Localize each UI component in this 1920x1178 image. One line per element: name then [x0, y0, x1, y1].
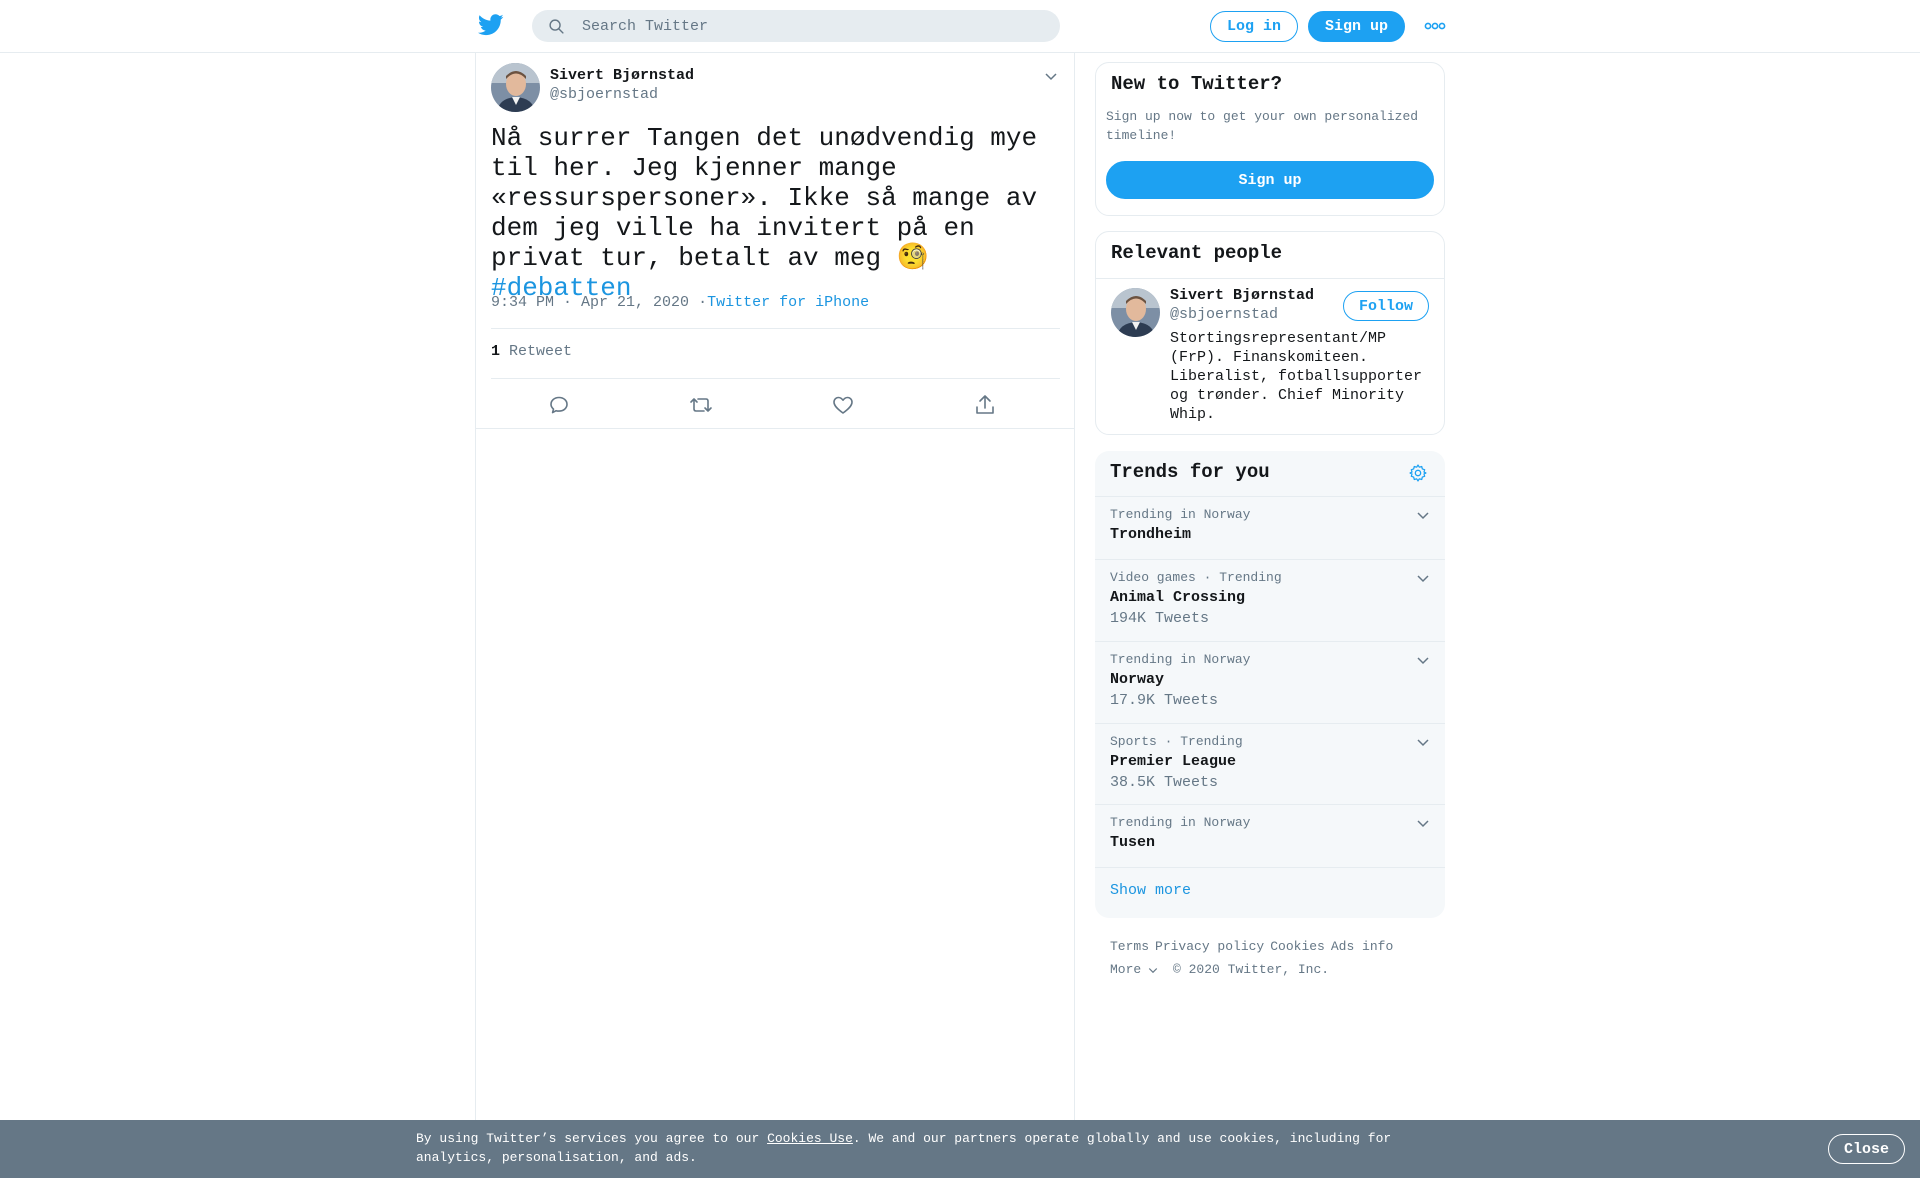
trend-name: Tusen — [1110, 834, 1156, 851]
trend-count: 38.5K Tweets — [1110, 774, 1219, 791]
chevron-down-icon[interactable] — [1415, 734, 1431, 750]
chevron-down-icon[interactable] — [1415, 815, 1431, 831]
person-handle[interactable]: @sbjoernstad — [1170, 306, 1278, 323]
card-title: Trends for you — [1110, 461, 1270, 483]
author-name[interactable]: Sivert Bjørnstad — [550, 67, 694, 84]
gear-icon[interactable] — [1408, 463, 1428, 483]
top-bar: Log in Sign up — [0, 0, 1920, 53]
cookie-text-before: By using Twitter’s services you agree to… — [416, 1131, 768, 1146]
chevron-down-icon[interactable] — [1415, 507, 1431, 523]
tweet-source-link[interactable]: Twitter for iPhone — [707, 294, 869, 311]
trend-count: 17.9K Tweets — [1110, 692, 1219, 709]
trend-context: Video games · Trending — [1110, 570, 1282, 585]
show-more-link[interactable]: Show more — [1110, 882, 1191, 899]
footer-more-link[interactable]: More — [1110, 962, 1159, 977]
footer-link-terms[interactable]: Terms — [1110, 939, 1149, 954]
search-box[interactable] — [532, 10, 1060, 42]
avatar[interactable] — [491, 63, 540, 112]
trend-name: Norway — [1110, 671, 1165, 688]
twitter-bird-icon[interactable] — [478, 14, 504, 38]
card-title: Relevant people — [1111, 242, 1283, 264]
follow-button[interactable]: Follow — [1343, 291, 1429, 321]
cookies-use-link[interactable]: Cookies Use — [767, 1131, 853, 1146]
cookie-text: By using Twitter’s services you agree to… — [416, 1129, 1426, 1167]
person-name[interactable]: Sivert Bjørnstad — [1170, 287, 1314, 304]
trend-count: 194K Tweets — [1110, 610, 1210, 627]
divider — [491, 378, 1060, 379]
divider — [476, 428, 1074, 429]
footer-link-ads[interactable]: Ads info — [1331, 939, 1393, 954]
copyright: © 2020 Twitter, Inc. — [1173, 962, 1330, 977]
close-button[interactable]: Close — [1828, 1134, 1905, 1164]
trend-item[interactable]: Trending in Norway Tusen — [1095, 804, 1445, 867]
footer-link-cookies[interactable]: Cookies — [1270, 939, 1325, 954]
signup-card-button[interactable]: Sign up — [1106, 161, 1434, 199]
search-icon — [548, 18, 565, 35]
retweet-stats[interactable]: 1 Retweet — [491, 343, 572, 360]
new-to-twitter-card: New to Twitter? Sign up now to get your … — [1095, 62, 1445, 216]
like-icon[interactable] — [831, 393, 855, 417]
chevron-down-icon — [1149, 967, 1158, 973]
trend-item[interactable]: Sports · Trending Premier League 38.5K T… — [1095, 723, 1445, 804]
chevron-down-icon[interactable] — [1043, 68, 1059, 84]
cookie-banner: By using Twitter’s services you agree to… — [0, 1120, 1920, 1178]
retweet-stats-label: Retweet — [509, 343, 573, 360]
footer-link-privacy[interactable]: Privacy policy — [1155, 939, 1264, 954]
card-description: Sign up now to get your own personalized… — [1106, 109, 1419, 143]
retweet-count: 1 — [491, 343, 501, 360]
retweet-icon[interactable] — [689, 393, 713, 417]
meta-separator: · — [698, 294, 708, 311]
divider — [491, 328, 1060, 329]
trend-item[interactable]: Trending in Norway Trondheim — [1095, 496, 1445, 559]
login-button[interactable]: Log in — [1210, 11, 1298, 42]
emoji: 🧐 — [896, 243, 930, 273]
chevron-down-icon[interactable] — [1415, 652, 1431, 668]
card-title: New to Twitter? — [1111, 73, 1283, 95]
tweet-meta: 9:34 PM · Apr 21, 2020 ·Twitter for iPho… — [491, 294, 869, 311]
trend-context: Sports · Trending — [1110, 734, 1243, 749]
footer-more-label: More — [1110, 962, 1142, 977]
signup-button[interactable]: Sign up — [1308, 11, 1405, 42]
trend-name: Trondheim — [1110, 526, 1192, 543]
trend-context: Trending in Norway — [1110, 815, 1251, 830]
tweet-text: Nå surrer Tangen det unødvendig mye til … — [491, 123, 1061, 303]
sidebar-footer: Terms Privacy policy Cookies Ads info More … — [1110, 935, 1440, 981]
relevant-people-card: Relevant people Sivert Bjørnstad @sbjoer… — [1095, 231, 1445, 435]
divider — [1095, 867, 1445, 868]
trends-card: Trends for you Trending in Norway Trondh… — [1095, 451, 1445, 918]
person-bio: Stortingsrepresentant/MP (FrP). Finansko… — [1170, 330, 1423, 423]
main-column: Sivert Bjørnstad @sbjoernstad Nå surrer … — [475, 53, 1075, 1178]
tweet-timestamp[interactable]: 9:34 PM · Apr 21, 2020 — [491, 294, 689, 311]
trend-name: Animal Crossing — [1110, 589, 1246, 606]
trend-context: Trending in Norway — [1110, 507, 1251, 522]
tweet-body: Nå surrer Tangen det unødvendig mye til … — [491, 123, 1053, 273]
trend-context: Trending in Norway — [1110, 652, 1251, 667]
search-input[interactable] — [580, 10, 1040, 42]
trend-item[interactable]: Video games · Trending Animal Crossing 1… — [1095, 559, 1445, 641]
reply-icon[interactable] — [547, 393, 571, 417]
trend-name: Premier League — [1110, 753, 1237, 770]
more-dots-icon[interactable] — [1424, 20, 1446, 32]
author-handle[interactable]: @sbjoernstad — [550, 86, 658, 103]
avatar[interactable] — [1111, 288, 1160, 337]
share-icon[interactable] — [973, 393, 997, 417]
trend-item[interactable]: Trending in Norway Norway 17.9K Tweets — [1095, 641, 1445, 723]
chevron-down-icon[interactable] — [1415, 570, 1431, 586]
divider — [1096, 278, 1444, 279]
